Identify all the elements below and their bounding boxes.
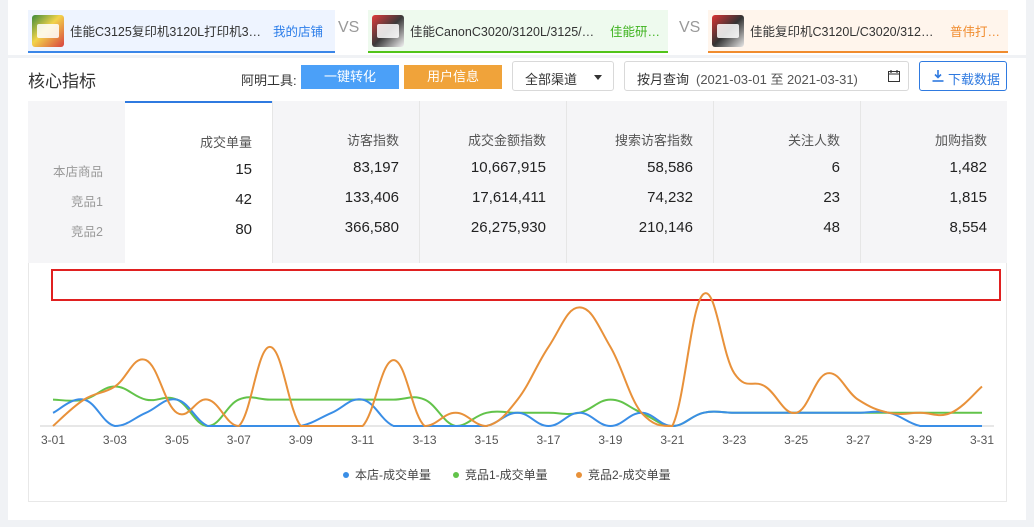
x-tick-label: 3-01 <box>41 433 65 447</box>
product-thumbnail <box>372 14 404 47</box>
legend-dot[interactable] <box>453 472 459 478</box>
row-label: 竞品1 <box>71 195 103 209</box>
tool-label: 阿明工具: <box>241 73 297 88</box>
metric-cell: 15 <box>235 161 252 178</box>
product-thumbnail <box>712 14 744 47</box>
legend-dot[interactable] <box>576 472 582 478</box>
download-label: 下载数据 <box>948 72 1001 87</box>
channel-select[interactable]: 全部渠道 <box>512 61 614 91</box>
x-tick-label: 3-19 <box>598 433 622 447</box>
metric-column-orders[interactable]: 成交单量 15 42 80 <box>125 101 272 263</box>
channel-select-value: 全部渠道 <box>525 72 578 87</box>
column-header: 成交单量 <box>199 135 252 150</box>
metric-cell: 133,406 <box>344 189 399 206</box>
series-line-1 <box>52 385 982 428</box>
x-tick-label: 3-13 <box>413 433 437 447</box>
orders-line-chart[interactable]: 3-01 3-03 3-05 3-07 3-09 3-11 3-13 3-15 3-17 3-19… <box>28 263 1007 503</box>
caret-down-icon <box>594 75 602 80</box>
metric-cell: 366,580 <box>344 219 399 236</box>
metric-cell: 10,667,915 <box>470 159 546 176</box>
shop-tag[interactable]: 我的店铺 <box>273 21 328 40</box>
product-name: 佳能C3125复印机3120L打印机302... <box>70 25 263 39</box>
metric-column-add-to-cart[interactable]: 加购指数 1,482 1,815 8,554 <box>860 101 1007 263</box>
metric-column-followers[interactable]: 关注人数 6 23 48 <box>713 101 860 263</box>
product-name: 佳能复印机C3120L/C3020/3125彩... <box>750 25 940 39</box>
metric-cell: 83,197 <box>353 159 399 176</box>
x-tick-label: 3-11 <box>351 433 374 447</box>
column-header: 搜索访客指数 <box>614 133 693 148</box>
date-picker[interactable]: 按月查询 (2021-03-01 至 2021-03-31) <box>624 61 909 91</box>
product-thumbnail <box>32 14 64 47</box>
metrics-table: 本店商品 竞品1 竞品2 成交单量 15 42 80 访客指数 83,197 1… <box>28 101 1007 263</box>
vs-label: VS <box>338 19 360 36</box>
download-button[interactable]: 下载数据 <box>919 61 1007 91</box>
metric-cell: 17,614,411 <box>472 189 546 206</box>
metric-cell: 42 <box>235 191 252 208</box>
legend-label[interactable]: 竞品2-成交单量 <box>588 467 671 482</box>
row-label: 竞品2 <box>71 225 103 239</box>
series-line-0 <box>52 398 982 428</box>
x-tick-label: 3-29 <box>908 433 932 447</box>
legend-label[interactable]: 本店-成交单量 <box>355 467 431 482</box>
x-tick-label: 3-15 <box>475 433 499 447</box>
metric-cell: 6 <box>831 159 840 176</box>
product-card-mine[interactable]: 佳能C3125复印机3120L打印机302... 我的店铺 <box>28 10 335 53</box>
metric-cell: 58,586 <box>647 159 693 176</box>
row-label-column: 本店商品 竞品1 竞品2 <box>28 101 125 263</box>
calendar-icon <box>888 70 900 82</box>
column-header: 成交金额指数 <box>467 133 546 148</box>
shop-tag[interactable]: 佳能研创... <box>610 21 665 40</box>
metric-cell: 8,554 <box>949 219 987 236</box>
x-tick-label: 3-17 <box>536 433 560 447</box>
convert-button[interactable]: 一键转化 <box>301 65 399 89</box>
x-tick-label: 3-09 <box>289 433 313 447</box>
x-tick-label: 3-27 <box>846 433 870 447</box>
column-header: 关注人数 <box>787 133 840 148</box>
x-tick-label: 3-05 <box>165 433 189 447</box>
product-card-competitor-1[interactable]: 佳能CanonC3020/3120L/3125/37... 佳能研创... <box>368 10 668 53</box>
metric-cell: 210,146 <box>638 219 693 236</box>
compare-bar: 佳能C3125复印机3120L打印机302... 我的店铺 VS 佳能Canon… <box>8 0 1026 55</box>
product-card-competitor-2[interactable]: 佳能复印机C3120L/C3020/3125彩... 普伟打印... <box>708 10 1008 53</box>
metric-cell: 48 <box>823 219 840 236</box>
download-icon <box>932 70 944 82</box>
column-header: 加购指数 <box>934 133 987 148</box>
metric-cell: 1,482 <box>949 159 987 176</box>
column-header: 访客指数 <box>346 133 399 148</box>
metric-column-gmv[interactable]: 成交金额指数 10,667,915 17,614,411 26,275,930 <box>419 101 566 263</box>
page: 佳能C3125复印机3120L打印机302... 我的店铺 VS 佳能Canon… <box>8 0 1026 527</box>
metric-cell: 80 <box>235 221 252 238</box>
row-label: 本店商品 <box>52 165 103 179</box>
date-range: (2021-03-01 至 2021-03-31) <box>696 72 858 87</box>
date-mode-label: 按月查询 <box>637 72 690 87</box>
metric-cell: 1,815 <box>949 189 987 206</box>
metric-column-visitors[interactable]: 访客指数 83,197 133,406 366,580 <box>272 101 419 263</box>
shop-tag[interactable]: 普伟打印... <box>950 21 1008 40</box>
legend-dot[interactable] <box>343 472 349 478</box>
metric-cell: 23 <box>823 189 840 206</box>
x-tick-label: 3-23 <box>722 433 746 447</box>
x-tick-label: 3-07 <box>227 433 251 447</box>
product-name: 佳能CanonC3020/3120L/3125/37... <box>410 25 600 39</box>
metric-column-search-visitors[interactable]: 搜索访客指数 58,586 74,232 210,146 <box>566 101 713 263</box>
vs-label: VS <box>679 19 701 36</box>
x-tick-label: 3-25 <box>784 433 808 447</box>
x-tick-label: 3-03 <box>103 433 127 447</box>
x-tick-label: 3-21 <box>660 433 684 447</box>
core-metrics-panel: 核心指标 阿明工具: 一键转化 用户信息 全部渠道 按月查询 (2021-03-… <box>8 58 1026 520</box>
metric-cell: 26,275,930 <box>470 219 546 236</box>
x-tick-label: 3-31 <box>970 433 994 447</box>
panel-title: 核心指标 <box>28 72 96 91</box>
legend-label[interactable]: 竞品1-成交单量 <box>465 467 548 482</box>
user-info-button[interactable]: 用户信息 <box>404 65 502 89</box>
series-line-2 <box>52 292 983 428</box>
metric-cell: 74,232 <box>647 189 693 206</box>
